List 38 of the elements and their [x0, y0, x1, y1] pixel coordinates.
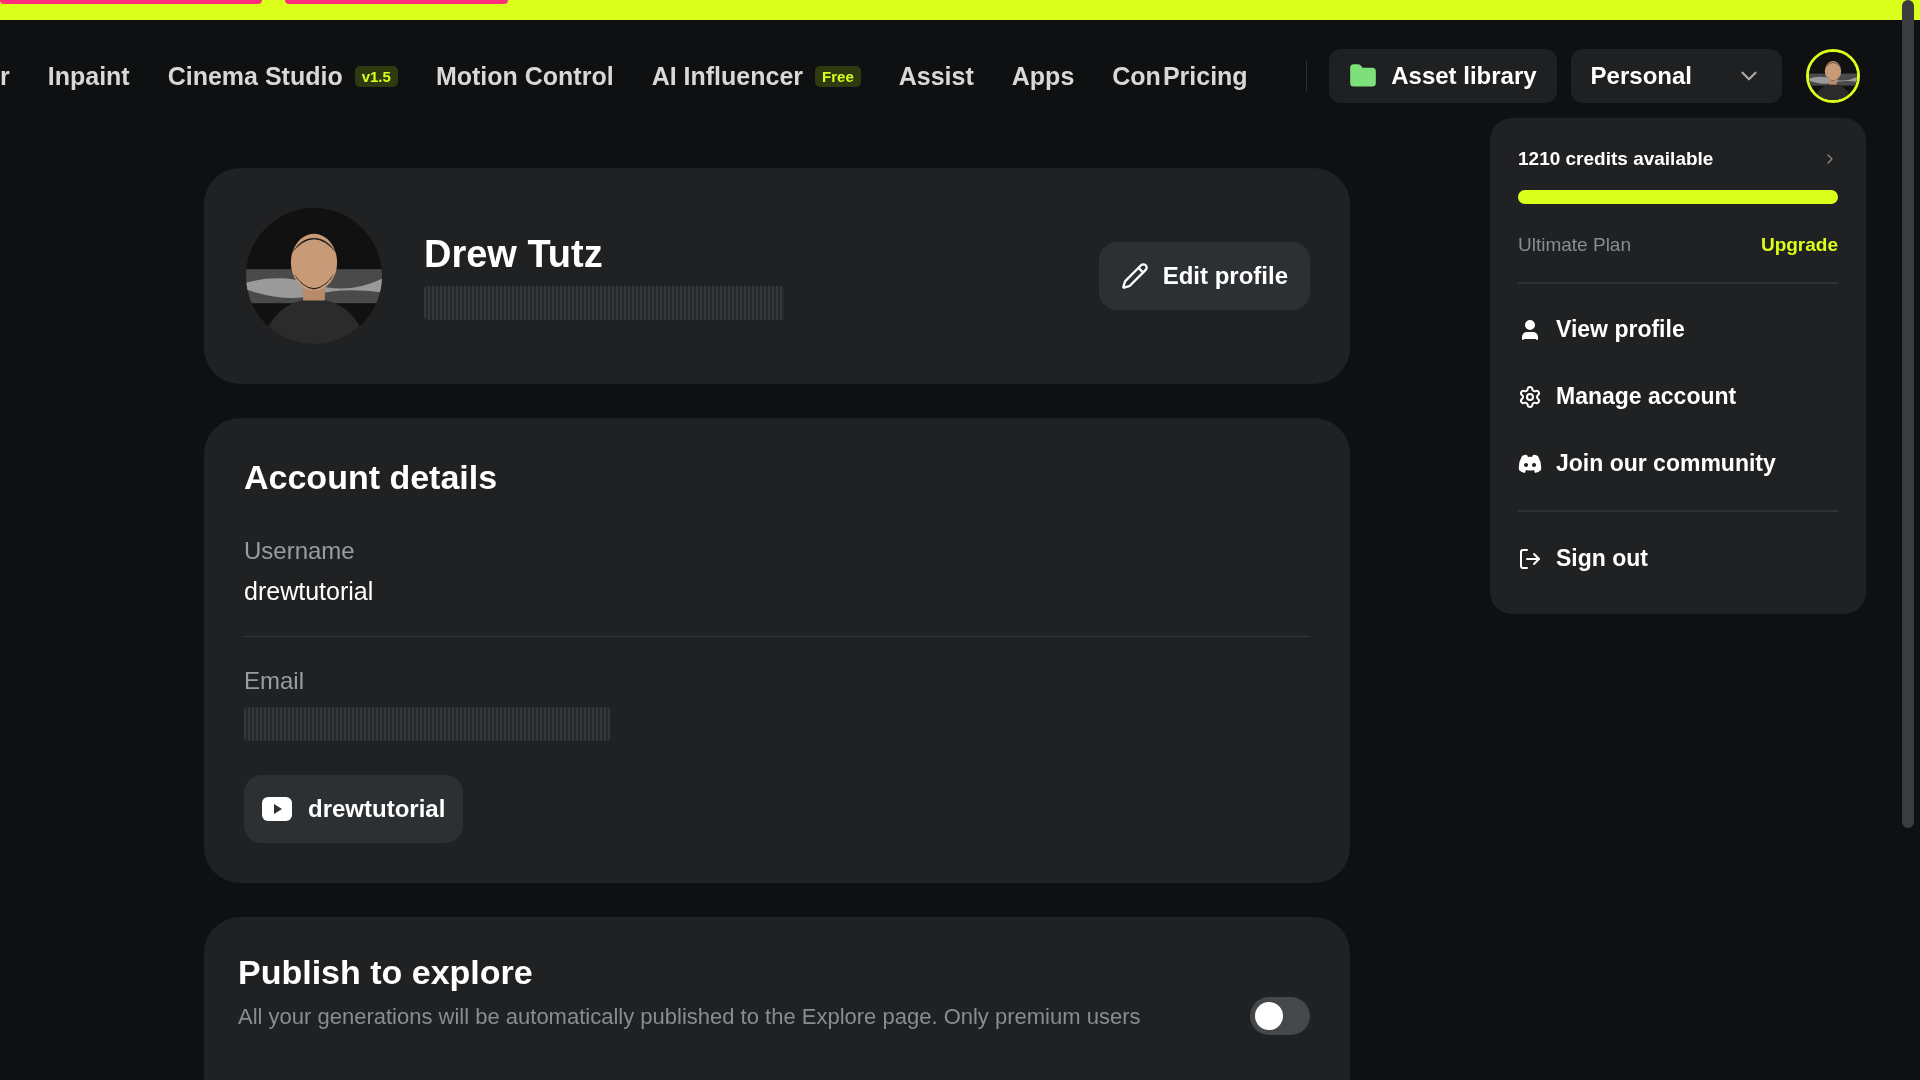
nav-link[interactable]: AI Influencer Free: [651, 61, 861, 91]
nav-link[interactable]: r: [0, 61, 10, 91]
section-title: Account details: [244, 458, 499, 497]
edit-profile-button[interactable]: Edit profile: [1098, 242, 1310, 310]
username-value: drewtutorial: [244, 577, 375, 606]
publish-description: All your generations will be automatically published to the Explore page. Only premium users: [238, 1004, 1141, 1030]
upgrade-link[interactable]: Upgrade: [1760, 234, 1838, 256]
avatar-button[interactable]: [1806, 49, 1860, 103]
menu-item[interactable]: View profile: [1518, 296, 1838, 363]
menu-item[interactable]: Join our community: [1518, 430, 1838, 497]
nav-link[interactable]: Inpaint: [47, 61, 130, 91]
field-label: Username: [244, 537, 356, 565]
play-icon: [262, 797, 292, 821]
publish-toggle[interactable]: [1250, 997, 1310, 1035]
nav-link[interactable]: Assist: [898, 61, 974, 91]
nav-link[interactable]: Pricing: [1162, 61, 1248, 91]
menu-item[interactable]: Manage account: [1518, 363, 1838, 430]
nav-link[interactable]: Motion Control: [435, 61, 614, 91]
discord-icon: [1518, 453, 1542, 474]
scrollbar-thumb[interactable]: [1902, 0, 1914, 828]
nav-link[interactable]: Apps: [1011, 61, 1075, 91]
sign-out-icon: [1518, 546, 1542, 571]
settings-icon: [1518, 384, 1542, 409]
pencil-icon: [1120, 262, 1149, 290]
field-label: Email: [244, 667, 305, 695]
nav-badge: v1.5: [354, 65, 398, 87]
nav-badge: Free: [815, 65, 861, 87]
youtube-channel-link[interactable]: drewtutorial: [244, 775, 464, 843]
credits-text: 1210 credits available: [1518, 148, 1714, 170]
profile-name: Drew Tutz: [424, 232, 604, 276]
nav-link[interactable]: Con: [1112, 61, 1161, 91]
asset-library-button[interactable]: Asset library: [1329, 49, 1557, 103]
menu-item[interactable]: Sign out: [1518, 525, 1838, 592]
nav-link[interactable]: Cinema Studio v1.5: [167, 61, 398, 91]
workspace-dropdown[interactable]: Personal: [1570, 49, 1782, 103]
section-title: Publish to explore: [238, 953, 534, 992]
folder-icon: [1349, 62, 1378, 90]
plan-name: Ultimate Plan: [1518, 234, 1631, 256]
